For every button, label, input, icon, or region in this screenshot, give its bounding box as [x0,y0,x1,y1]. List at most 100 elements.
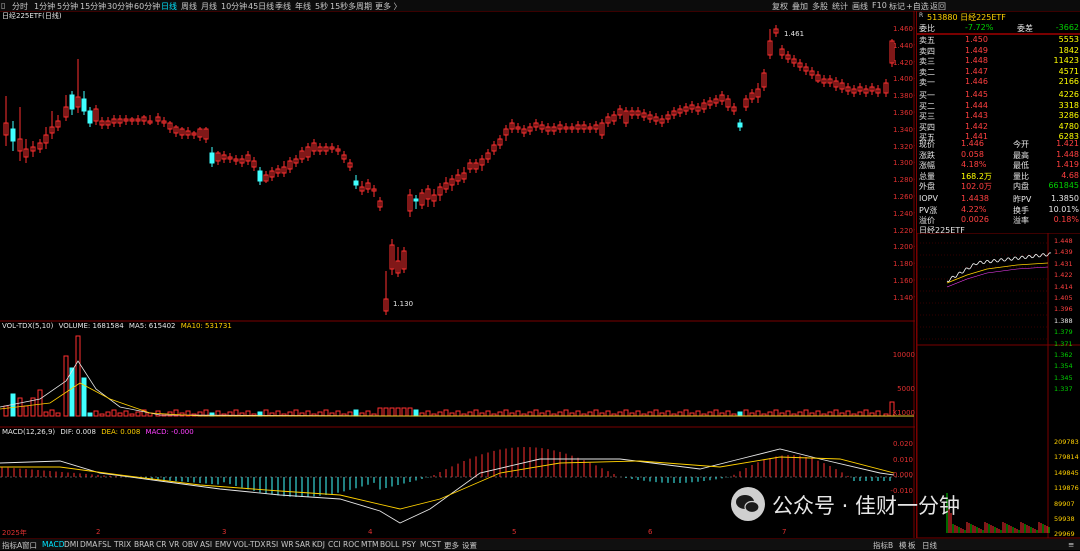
indicator-tab-16[interactable]: CCI [328,540,341,549]
indicator-tab-1[interactable]: DMI [64,540,78,549]
indicator-tab-13[interactable]: WR [281,540,294,549]
bid-row-7[interactable]: 买三 1.443 3286 [917,111,1080,121]
stat-value: 0.0026 [961,215,989,225]
price-tick: 1.380 [892,92,913,101]
indicator-tab-17[interactable]: ROC [343,540,359,549]
panel-daily-tab[interactable]: 日线 [922,540,937,551]
macd-legend: MACD(12,26,9) DIF: 0.008 DEA: 0.008 MACD… [2,428,194,436]
ask-row-2[interactable]: 卖三 1.448 11423 [917,56,1080,66]
chart-area[interactable]: 日经225ETF(日线) 1.460 1.440 1.420 1.400 1.380 1.… [0,11,915,538]
indicator-tab-12[interactable]: RSI [266,540,278,549]
volume-bar [443,409,449,417]
candle-body [737,122,743,128]
volume-bar [665,410,671,417]
order-label: 卖三 [919,57,935,67]
code-name: 513880 日经225ETF [927,13,1006,22]
indicator-tab-6[interactable]: CR [156,540,166,549]
stat-value: 1.3850 [1051,194,1079,203]
volume-bar [497,411,503,417]
price-tick: 1.220 [892,226,913,235]
price-chart-svg[interactable] [0,11,915,538]
ma5-value: MA5: 615402 [128,322,176,330]
indicator-tab-19[interactable]: BOLL [380,540,399,549]
tool-button-5[interactable]: F10 [872,1,887,10]
indicator-tab-5[interactable]: BRAR [134,540,154,549]
volume-bar [419,412,425,417]
volume-bar [629,412,635,417]
indicator-tab-4[interactable]: TRIX [114,540,131,549]
indicator-tab-14[interactable]: SAR [295,540,310,549]
indicator-tab-18[interactable]: MTM [361,540,379,549]
divider [917,34,1080,35]
indicator-tab-23[interactable]: 设置 [462,540,477,551]
indicator-tab-21[interactable]: MCST [420,540,441,549]
ask-row-4[interactable]: 卖一 1.446 2166 [917,77,1080,87]
code-header: R 513880 日经225ETF [917,12,1080,22]
mini-price-tick: 1.354 [1054,362,1073,371]
ask-row-0[interactable]: 卖五 1.450 5553 [917,35,1080,45]
stat-label: 外盘 [919,182,935,192]
bid-row-5[interactable]: 买一 1.445 4226 [917,90,1080,100]
candle-body [87,110,93,124]
mini-price-tick: 1.345 [1054,373,1073,382]
indicator-tab-2[interactable]: DMA [80,540,97,549]
indicator-tab-15[interactable]: KDJ [312,540,325,549]
volume-bar [449,412,455,417]
bid-row-8[interactable]: 买四 1.442 4780 [917,122,1080,132]
indicator-tab-7[interactable]: VR [169,540,179,549]
order-label: 卖一 [919,78,935,88]
volume-bar [49,409,55,417]
stat-row: IOPV 1.4438 昨PV 1.3850 [917,194,1080,204]
indicator-tab-11[interactable]: VOL-TDX [233,540,265,549]
window-tab[interactable]: 窗口 [22,540,37,551]
indicator-tab-8[interactable]: OBV [182,540,198,549]
volume-bar [413,409,419,417]
indicator-tab-9[interactable]: ASI [200,540,212,549]
volume-bar [863,409,869,417]
indicator-tab-0[interactable]: MACD [42,540,64,549]
ask-row-1[interactable]: 卖四 1.449 1842 [917,46,1080,56]
indicator-tab-3[interactable]: FSL [98,540,111,549]
watermark-text: 公众号 · 佳财一分钟 [772,494,961,518]
indicator-tab-10[interactable]: EMV [215,540,231,549]
stat-row: 溢价 0.0026 溢率 0.18% [917,215,1080,225]
low-price-label: 1.130 [393,300,414,308]
volume-bar [875,410,881,417]
volume-bar [323,409,329,417]
volume-bar [43,411,49,417]
panel-toggle-icon[interactable]: ▯ [1,1,5,10]
date-label: 2 [96,528,101,536]
indicator-tab-20[interactable]: PSY [402,540,416,549]
template-tab[interactable]: 板 [908,540,916,551]
order-volume: 3318 [1058,100,1079,110]
mini-price-tick: 1.439 [1054,248,1073,257]
weicha-value: -3662 [1055,23,1079,32]
stat-label: 涨跌 [919,150,935,160]
volume-bar [69,367,75,417]
volume-bar [755,410,761,417]
volume-bar [467,411,473,417]
bid-row-6[interactable]: 买二 1.444 3318 [917,101,1080,111]
template-tab[interactable]: 模 [899,540,907,551]
ma10-value: MA10: 531731 [180,322,232,330]
order-label: 买四 [919,122,935,132]
volume-bar [401,407,407,417]
volume-bar [719,412,725,417]
volume-bar [707,411,713,417]
mini-price-tick: 1.414 [1054,282,1073,291]
indicator-tab-22[interactable]: 更多 [444,540,459,551]
stat-value: 1.446 [961,139,984,148]
volume-bar [623,409,629,417]
order-label: 买二 [919,101,935,111]
ask-row-3[interactable]: 卖二 1.447 4571 [917,67,1080,77]
stat-value: 0.18% [1053,215,1079,225]
order-price: 1.446 [965,77,988,87]
volume-bar [365,410,371,417]
panel-menu-icon[interactable]: ≡ [1068,540,1074,549]
indicator-a-tab[interactable]: 指标A [2,540,22,551]
volume-bar [677,411,683,417]
mini-price-tick: 1.362 [1054,351,1073,359]
indicator-b-tab[interactable]: 指标B [873,540,893,551]
volume-bar [725,410,731,417]
order-label: 卖五 [919,36,935,45]
